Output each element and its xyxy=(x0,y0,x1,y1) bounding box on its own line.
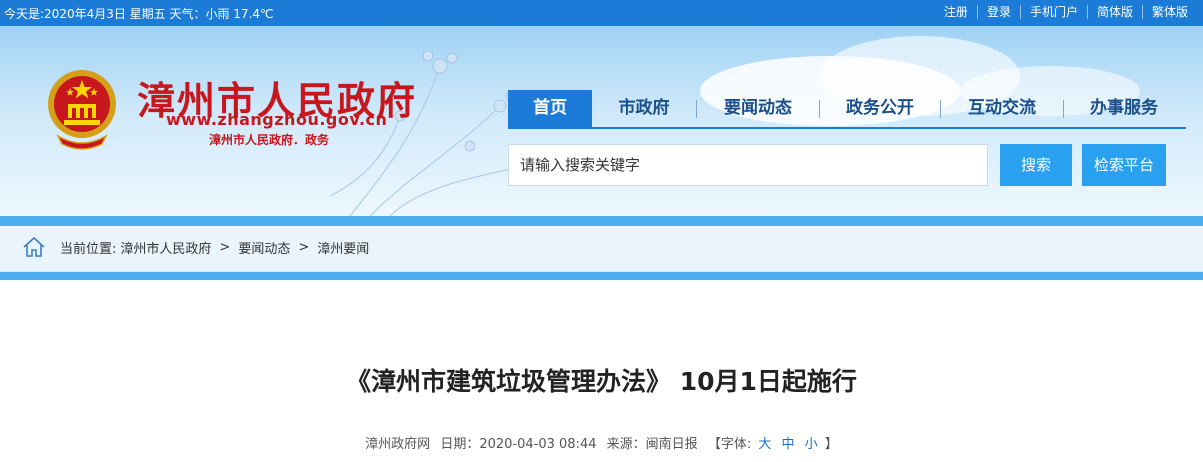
font-size-medium-button[interactable]: 中 xyxy=(782,437,795,452)
mobile-portal-link[interactable]: 手机门户 xyxy=(1019,5,1087,19)
top-bar: 今天是:2020年4月3日 星期五 天气：小雨 17.4℃ 注册 登录 手机门户… xyxy=(0,0,1203,26)
traditional-chinese-link[interactable]: 繁体版 xyxy=(1141,5,1197,19)
header-bottom-stripe xyxy=(0,216,1203,226)
search-button[interactable]: 搜索 xyxy=(1000,144,1072,186)
register-link[interactable]: 注册 xyxy=(935,5,977,19)
font-size-label-close: 】 xyxy=(824,437,838,452)
nav-item-interaction[interactable]: 互动交流 xyxy=(941,90,1063,127)
site-header: 漳州市人民政府 www.zhangzhou.gov.cn 漳州市人民政府．政务 … xyxy=(0,26,1203,216)
breadcrumb-item-government[interactable]: 漳州市人民政府 xyxy=(120,238,211,257)
content-top-stripe xyxy=(0,272,1203,280)
article-date: 2020-04-03 08:44 xyxy=(479,437,597,452)
article-source: 漳州政府网 xyxy=(365,437,431,452)
breadcrumb-separator: > xyxy=(298,239,310,255)
breadcrumb-separator: > xyxy=(219,239,231,255)
font-size-large-button[interactable]: 大 xyxy=(758,437,771,452)
nav-item-services[interactable]: 办事服务 xyxy=(1064,90,1184,127)
breadcrumb: 当前位置: 漳州市人民政府 > 要闻动态 > 漳州要闻 xyxy=(0,226,1203,272)
article-meta: 漳州政府网 日期：2020-04-03 08:44 来源：闽南日报 【字体: 大… xyxy=(0,433,1203,452)
search-input[interactable]: 请输入搜索关键字 xyxy=(508,144,988,186)
top-links: 注册 登录 手机门户 简体版 繁体版 xyxy=(935,5,1197,19)
login-link[interactable]: 登录 xyxy=(976,5,1020,19)
home-icon[interactable] xyxy=(22,236,46,258)
date-label: 日期： xyxy=(440,437,480,452)
breadcrumb-label: 当前位置: xyxy=(60,241,117,257)
simplified-chinese-link[interactable]: 简体版 xyxy=(1086,5,1142,19)
breadcrumb-item-local-news[interactable]: 漳州要闻 xyxy=(317,238,369,257)
search-platform-button[interactable]: 检索平台 xyxy=(1082,144,1166,186)
main-nav: 首页 市政府 要闻动态 政务公开 互动交流 办事服务 xyxy=(508,90,1186,127)
origin-label: 来源： xyxy=(606,437,646,452)
nav-item-home[interactable]: 首页 xyxy=(508,90,592,127)
font-size-label: 【字体: xyxy=(707,437,752,452)
font-size-small-button[interactable]: 小 xyxy=(805,437,818,452)
site-url: www.zhangzhou.gov.cn xyxy=(166,110,388,129)
breadcrumb-item-news[interactable]: 要闻动态 xyxy=(238,238,290,257)
site-subtitle: 漳州市人民政府．政务 xyxy=(209,133,330,147)
article-title: 《漳州市建筑垃圾管理办法》 10月1日起施行 xyxy=(346,367,857,396)
nav-item-city-government[interactable]: 市政府 xyxy=(592,90,696,127)
article-origin: 闽南日报 xyxy=(645,437,698,452)
nav-item-government-affairs[interactable]: 政务公开 xyxy=(820,90,940,127)
date-weather-info: 今天是:2020年4月3日 星期五 天气：小雨 17.4℃ xyxy=(4,7,274,21)
nav-underline xyxy=(508,127,1186,129)
nav-item-news[interactable]: 要闻动态 xyxy=(697,90,819,127)
national-emblem-icon xyxy=(48,70,116,150)
